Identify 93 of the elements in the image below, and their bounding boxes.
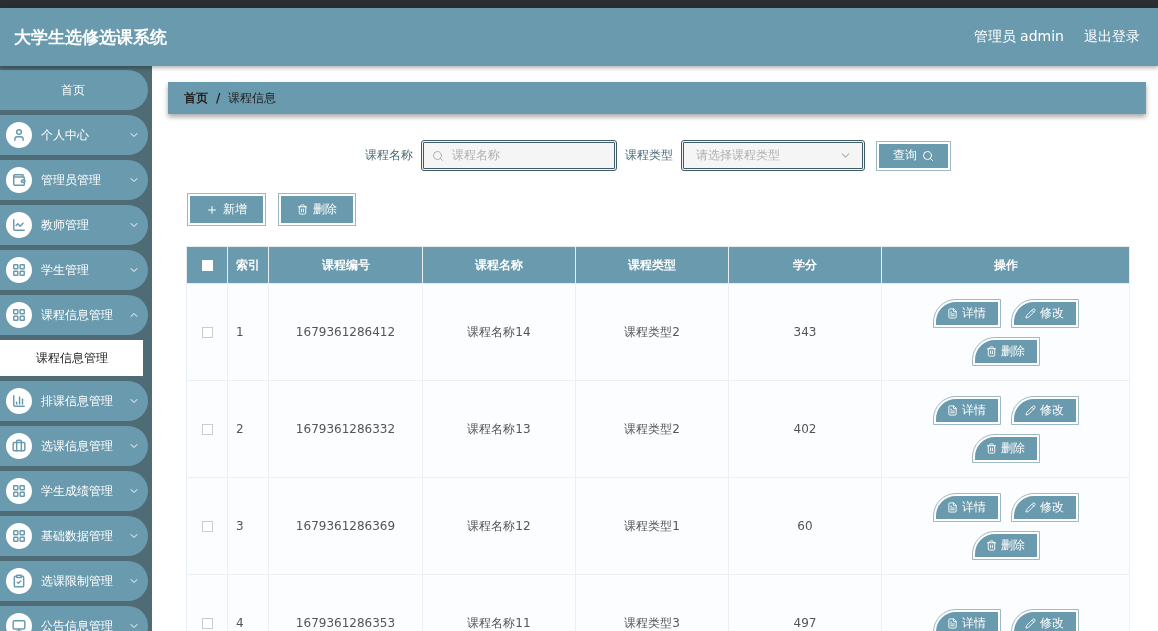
table-cell: 2 [227,380,269,478]
table-cell: 课程名称14 [422,283,576,381]
edit-button[interactable]: 修改 [1011,396,1078,424]
sidebar-item[interactable]: 基础数据管理 [0,516,148,556]
submenu-item[interactable]: 课程信息管理 [0,340,143,376]
table-cell: 课程类型3 [575,574,729,631]
row-checkbox[interactable] [201,424,213,435]
logout-link[interactable]: 退出登录 [1084,28,1140,46]
table-cell: 1679361286412 [268,283,423,381]
document-icon [947,617,958,629]
menu-icon [6,388,32,414]
table-cell: 1679361286332 [268,380,423,478]
table-cell: 60 [728,477,882,575]
sidebar-item[interactable]: 首页 [0,70,148,110]
search-icon [431,149,444,162]
sidebar-item[interactable]: 公告信息管理 [0,606,148,631]
table-cell: 1679361286353 [268,574,423,631]
table-cell: 402 [728,380,882,478]
row-checkbox[interactable] [201,327,213,338]
detail-button[interactable]: 详情 [933,609,1000,631]
table-cell: 497 [728,574,882,631]
query-button[interactable]: 查询 [876,141,950,170]
column-header: 课程名称 [422,246,576,284]
table-cell: 课程名称12 [422,477,576,575]
menu-icon [6,257,32,283]
document-icon [947,307,958,319]
search-icon [921,149,934,162]
delete-button[interactable]: 删除 [972,434,1039,462]
delete-button[interactable]: 删除 [972,531,1039,559]
detail-button[interactable]: 详情 [933,299,1000,327]
pencil-icon [1025,404,1036,416]
sidebar-item[interactable]: 个人中心 [0,115,148,155]
menu-icon [6,478,32,504]
sidebar-item[interactable]: 选课限制管理 [0,561,148,601]
user-label: 管理员 admin [973,28,1064,46]
field-label: 课程类型 [624,147,673,164]
sidebar-item[interactable]: 学生成绩管理 [0,471,148,511]
breadcrumb-separator: / [216,91,221,105]
menu-icon [6,167,32,193]
type-select[interactable]: 请选择课程类型 [680,140,865,171]
column-header: 操作 [881,246,1130,284]
table-cell: 343 [728,283,882,381]
edit-button[interactable]: 修改 [1011,609,1078,631]
delete-button[interactable]: 删除 [279,194,355,225]
menu-icon [6,212,32,238]
menu-icon [6,433,32,459]
table-cell: 课程类型1 [575,477,729,575]
sidebar-item[interactable]: 排课信息管理 [0,381,148,421]
document-icon [947,404,958,416]
sidebar-item[interactable]: 课程信息管理 [0,295,148,335]
breadcrumb-link[interactable]: 首页 [184,89,208,107]
table-cell: 3 [227,477,269,575]
app-title: 大学生选修选课系统 [14,25,168,49]
column-header: 学分 [728,246,882,284]
table-cell: 1 [227,283,269,381]
pencil-icon [1025,501,1036,513]
sidebar-item[interactable]: 学生管理 [0,250,148,290]
pencil-icon [1025,307,1036,319]
column-header: 课程类型 [575,246,729,284]
edit-button[interactable]: 修改 [1011,493,1078,521]
sidebar-item[interactable]: 选课信息管理 [0,426,148,466]
table-cell: 课程名称13 [422,380,576,478]
pencil-icon [1025,617,1036,629]
select-all-checkbox[interactable] [201,260,213,271]
edit-button[interactable]: 修改 [1011,299,1078,327]
plus-icon [206,203,218,216]
table-cell: 4 [227,574,269,631]
menu-icon [6,122,32,148]
table-cell: 课程类型2 [575,380,729,478]
menu-icon [6,568,32,594]
breadcrumb-current: 课程信息 [228,89,277,107]
menu-icon [6,302,32,328]
table-cell: 课程名称11 [422,574,576,631]
search-field[interactable]: 课程名称 [420,140,617,171]
trash-icon [986,539,997,551]
menu-icon [6,523,32,549]
field-label: 课程名称 [364,147,413,164]
column-header: 索引 [227,246,269,284]
delete-button[interactable]: 删除 [972,337,1039,365]
table-cell: 1679361286369 [268,477,423,575]
sidebar-item[interactable]: 教师管理 [0,205,148,245]
detail-button[interactable]: 详情 [933,396,1000,424]
add-button[interactable]: 新增 [188,194,265,225]
column-header: 课程编号 [268,246,423,284]
detail-button[interactable]: 详情 [933,493,1000,521]
document-icon [947,501,958,513]
trash-icon [986,345,997,357]
table-cell: 课程类型2 [575,283,729,381]
row-checkbox[interactable] [201,618,213,629]
row-checkbox[interactable] [201,521,213,532]
trash-icon [986,442,997,454]
trash-icon [297,204,308,215]
sidebar-item[interactable]: 管理员管理 [0,160,148,200]
